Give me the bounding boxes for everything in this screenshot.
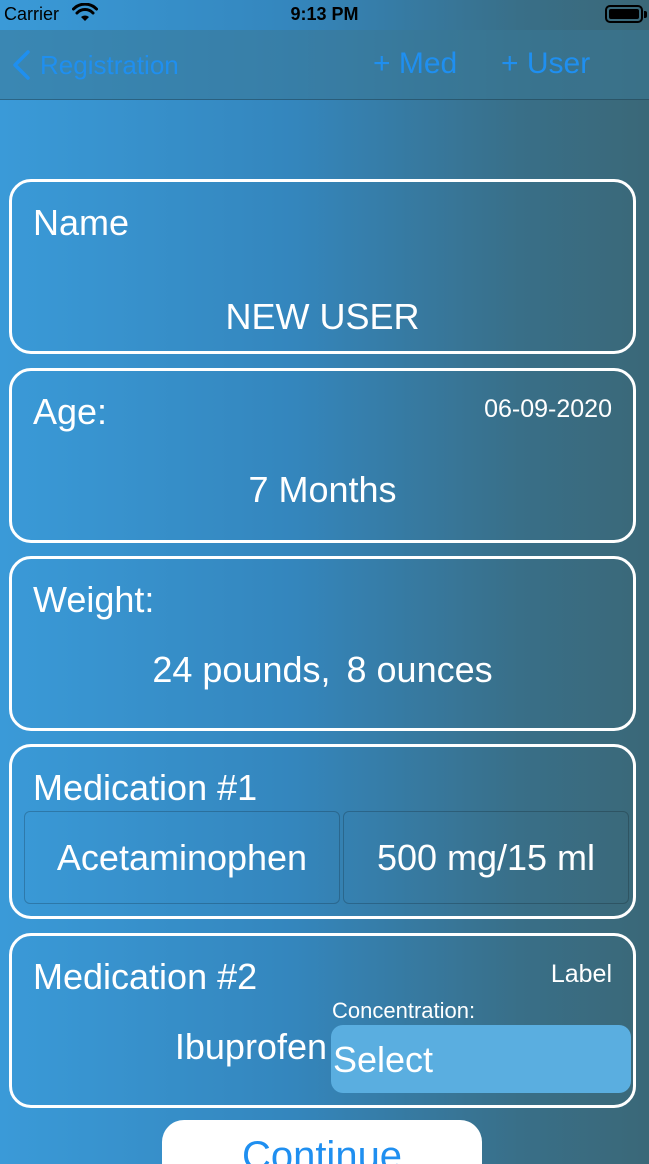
chevron-left-icon bbox=[13, 50, 30, 80]
age-label: Age: bbox=[33, 391, 108, 432]
back-button[interactable]: Registration bbox=[10, 48, 179, 82]
weight-card: Weight: 24 pounds, 8 ounces bbox=[9, 556, 636, 731]
status-time: 9:13 PM bbox=[290, 4, 359, 24]
birth-date[interactable]: 06-09-2020 bbox=[484, 395, 612, 424]
medication1-picker[interactable]: Acetaminophen bbox=[24, 811, 340, 904]
medication1-label: Medication #1 bbox=[33, 767, 258, 808]
medication2-name[interactable]: Ibuprofen bbox=[175, 1026, 327, 1068]
battery-icon bbox=[605, 5, 647, 23]
medication1-card: Medication #1 Acetaminophen 500 mg/15 ml bbox=[9, 744, 636, 919]
age-card: Age: 06-09-2020 7 Months bbox=[9, 368, 636, 543]
weight-label: Weight: bbox=[33, 579, 155, 620]
weight-ounces: 8 ounces bbox=[346, 649, 493, 690]
weight-pounds: 24 pounds, bbox=[152, 649, 331, 690]
status-bar: Carrier 9:13 PM bbox=[0, 0, 649, 30]
name-value[interactable]: NEW USER bbox=[12, 296, 633, 338]
name-label: Name bbox=[33, 202, 130, 243]
add-user-button[interactable]: + User bbox=[501, 47, 590, 81]
back-button-label: Registration bbox=[40, 49, 179, 80]
name-card: Name NEW USER bbox=[9, 179, 636, 354]
medication1-concentration-picker[interactable]: 500 mg/15 ml bbox=[343, 811, 629, 904]
navigation-bar: Registration + Med + User bbox=[0, 30, 649, 100]
concentration-caption: Concentration: bbox=[332, 998, 476, 1023]
concentration-select[interactable]: Select bbox=[331, 1025, 631, 1093]
continue-button[interactable]: Continue bbox=[162, 1120, 482, 1164]
medication2-side-label: Label bbox=[550, 960, 612, 988]
medication2-card: Medication #2 Label Ibuprofen Concentrat… bbox=[9, 933, 636, 1108]
age-value: 7 Months bbox=[248, 469, 397, 510]
weight-value[interactable]: 24 pounds, 8 ounces bbox=[12, 649, 633, 691]
medication2-label: Medication #2 bbox=[33, 956, 258, 997]
add-med-button[interactable]: + Med bbox=[373, 47, 457, 81]
